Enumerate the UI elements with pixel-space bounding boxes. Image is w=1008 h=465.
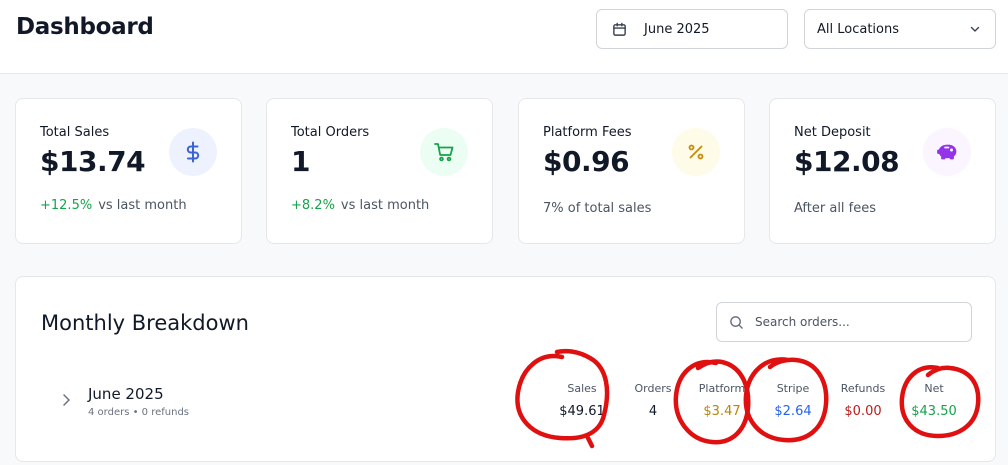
card-value: 1 (291, 145, 310, 178)
change-value: +8.2% (291, 198, 335, 213)
location-select-value: All Locations (817, 21, 900, 37)
card-value: $12.08 (794, 145, 900, 178)
platform-column: Platform $3.47 (694, 382, 750, 419)
percent-icon (672, 128, 720, 176)
location-select[interactable]: All Locations (804, 9, 996, 49)
chevron-down-icon (970, 26, 980, 32)
card-footer: +8.2% vs last month (291, 198, 429, 213)
calendar-icon (613, 22, 626, 36)
card-label: Total Orders (291, 125, 370, 140)
card-label: Net Deposit (794, 125, 871, 140)
column-header: Sales (567, 382, 597, 395)
card-footer-text: vs last month (340, 198, 430, 213)
column-header: Net (924, 382, 944, 395)
date-picker[interactable]: June 2025 (596, 9, 788, 49)
column-header: Refunds (840, 382, 886, 395)
card-label: Platform Fees (543, 125, 632, 140)
month-name: June 2025 (88, 385, 164, 403)
total-orders-card: Total Orders 1 +8.2% vs last month (266, 98, 493, 244)
platform-fees-card: Platform Fees $0.96 7% of total sales (518, 98, 745, 244)
card-footer: +12.5% vs last month (40, 198, 187, 213)
chevron-right-icon[interactable] (61, 393, 71, 407)
platform-value: $3.47 (703, 404, 741, 419)
refunds-value: $0.00 (844, 404, 882, 419)
change-value: +12.5% (40, 198, 93, 213)
section-title: Monthly Breakdown (41, 311, 249, 335)
net-value: $43.50 (911, 404, 957, 419)
card-footer-text: After all fees (794, 201, 877, 216)
piggy-bank-icon (923, 128, 971, 176)
card-value: $13.74 (40, 145, 146, 178)
search-box[interactable] (716, 302, 972, 342)
month-subtitle: 4 orders • 0 refunds (88, 407, 190, 418)
dollar-icon (169, 128, 217, 176)
search-input[interactable] (755, 315, 955, 329)
orders-column: Orders 4 (632, 382, 674, 419)
column-header: Orders (634, 382, 672, 395)
sales-column: Sales $49.61 (554, 382, 610, 419)
date-picker-value: June 2025 (644, 21, 710, 37)
card-footer-text: vs last month (98, 198, 187, 213)
orders-value: 4 (648, 404, 658, 419)
sales-value: $49.61 (559, 404, 605, 419)
net-deposit-card: Net Deposit $12.08 After all fees (769, 98, 996, 244)
net-column: Net $43.50 (906, 382, 962, 419)
monthly-breakdown-panel: Monthly Breakdown June 2025 4 orders • 0… (15, 276, 996, 462)
total-sales-card: Total Sales $13.74 +12.5% vs last month (15, 98, 242, 244)
cart-icon (420, 128, 468, 176)
top-header: Dashboard June 2025 All Locations (0, 0, 1008, 74)
column-header: Platform (698, 382, 746, 395)
card-label: Total Sales (40, 125, 110, 140)
stripe-column: Stripe $2.64 (768, 382, 818, 419)
page-title: Dashboard (16, 14, 154, 40)
card-footer-text: 7% of total sales (543, 201, 652, 216)
card-value: $0.96 (543, 145, 630, 178)
refunds-column: Refunds $0.00 (836, 382, 890, 419)
stripe-value: $2.64 (774, 404, 812, 419)
search-icon (730, 315, 743, 329)
column-header: Stripe (776, 382, 810, 395)
